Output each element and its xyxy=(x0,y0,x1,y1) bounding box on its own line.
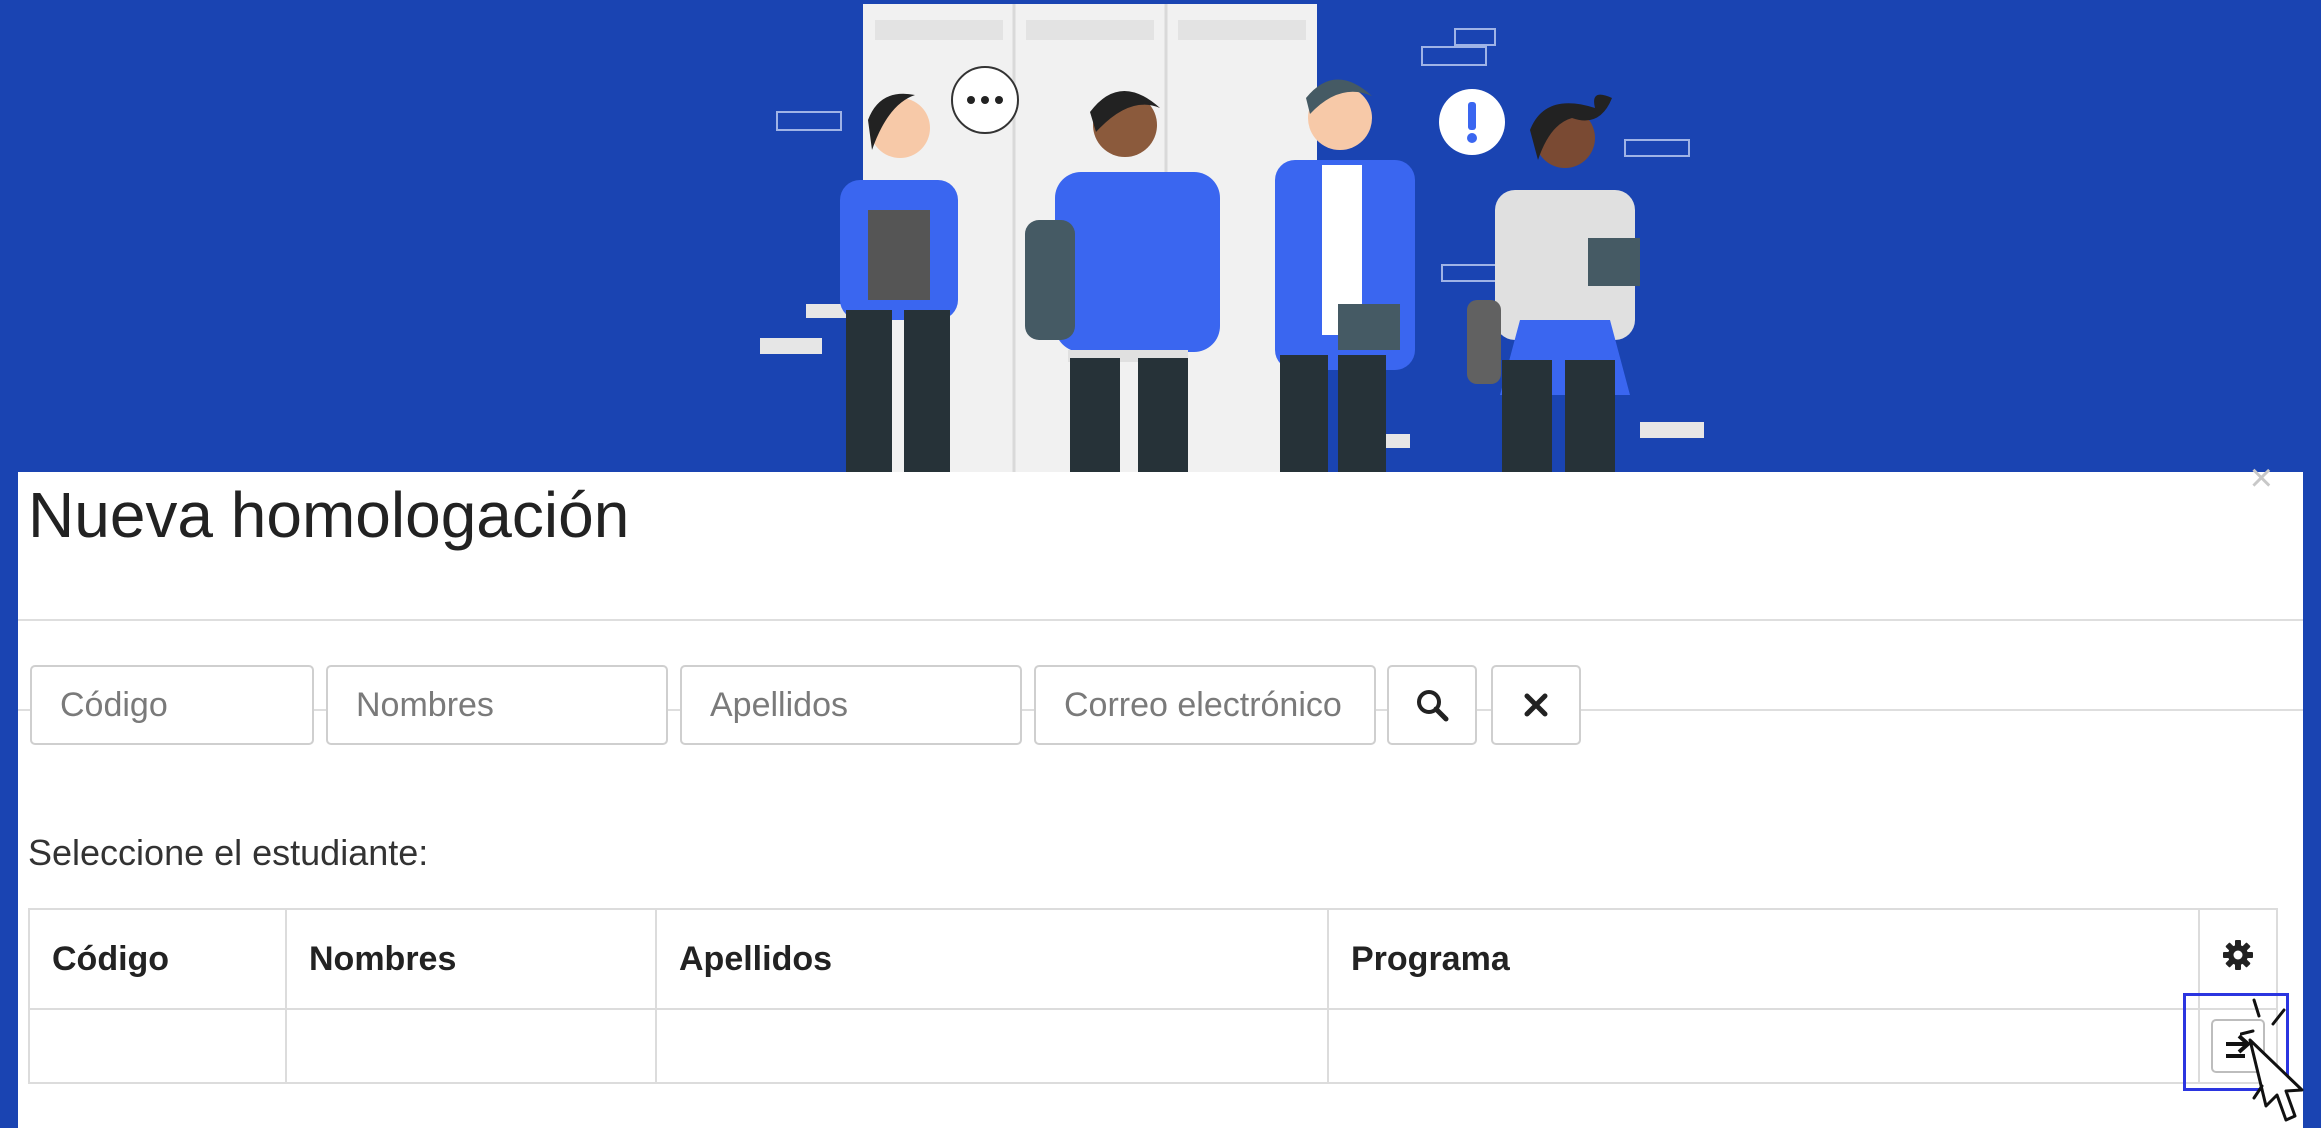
hero-banner xyxy=(0,0,2321,472)
column-header-programa[interactable]: Programa xyxy=(1327,908,2200,1010)
header-divider xyxy=(18,619,2303,621)
new-homologation-modal: Nueva homologación × Seleccione el estud… xyxy=(18,458,2303,1128)
table-header-row: Código Nombres Apellidos Programa xyxy=(28,908,2278,1010)
cell-nombres xyxy=(285,1008,657,1084)
column-header-nombres[interactable]: Nombres xyxy=(285,908,657,1010)
select-student-prompt: Seleccione el estudiante: xyxy=(28,832,429,873)
cell-apellidos xyxy=(655,1008,1329,1084)
students-illustration xyxy=(760,4,1704,472)
cell-codigo xyxy=(28,1008,287,1084)
close-modal-icon[interactable]: × xyxy=(2250,458,2273,498)
search-icon xyxy=(1417,690,1449,722)
codigo-filter-input[interactable] xyxy=(30,665,314,745)
gear-icon xyxy=(2223,939,2253,970)
modal-title: Nueva homologación xyxy=(28,479,630,551)
column-header-codigo[interactable]: Código xyxy=(28,908,287,1010)
students-table: Código Nombres Apellidos Programa xyxy=(28,908,2278,1084)
close-icon xyxy=(1524,693,1548,717)
correo-filter-input[interactable] xyxy=(1034,665,1376,745)
apellidos-filter-input[interactable] xyxy=(680,665,1022,745)
clear-filters-button[interactable] xyxy=(1491,665,1581,745)
cell-programa xyxy=(1327,1008,2200,1084)
cursor-click-icon xyxy=(2240,998,2304,1122)
search-button[interactable] xyxy=(1387,665,1477,745)
nombres-filter-input[interactable] xyxy=(326,665,668,745)
table-row[interactable] xyxy=(28,1008,2278,1084)
column-header-apellidos[interactable]: Apellidos xyxy=(655,908,1329,1010)
